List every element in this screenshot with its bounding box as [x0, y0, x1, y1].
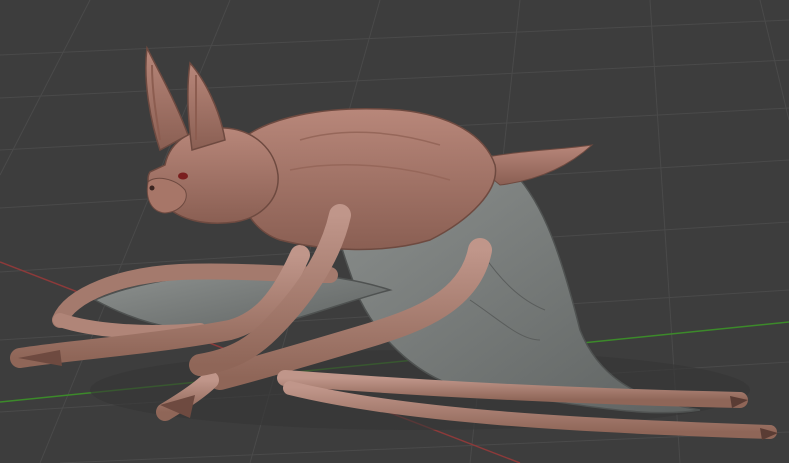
nostril	[149, 185, 155, 191]
eye	[178, 172, 188, 180]
viewport-canvas[interactable]	[0, 0, 789, 463]
3d-viewport[interactable]	[0, 0, 789, 463]
